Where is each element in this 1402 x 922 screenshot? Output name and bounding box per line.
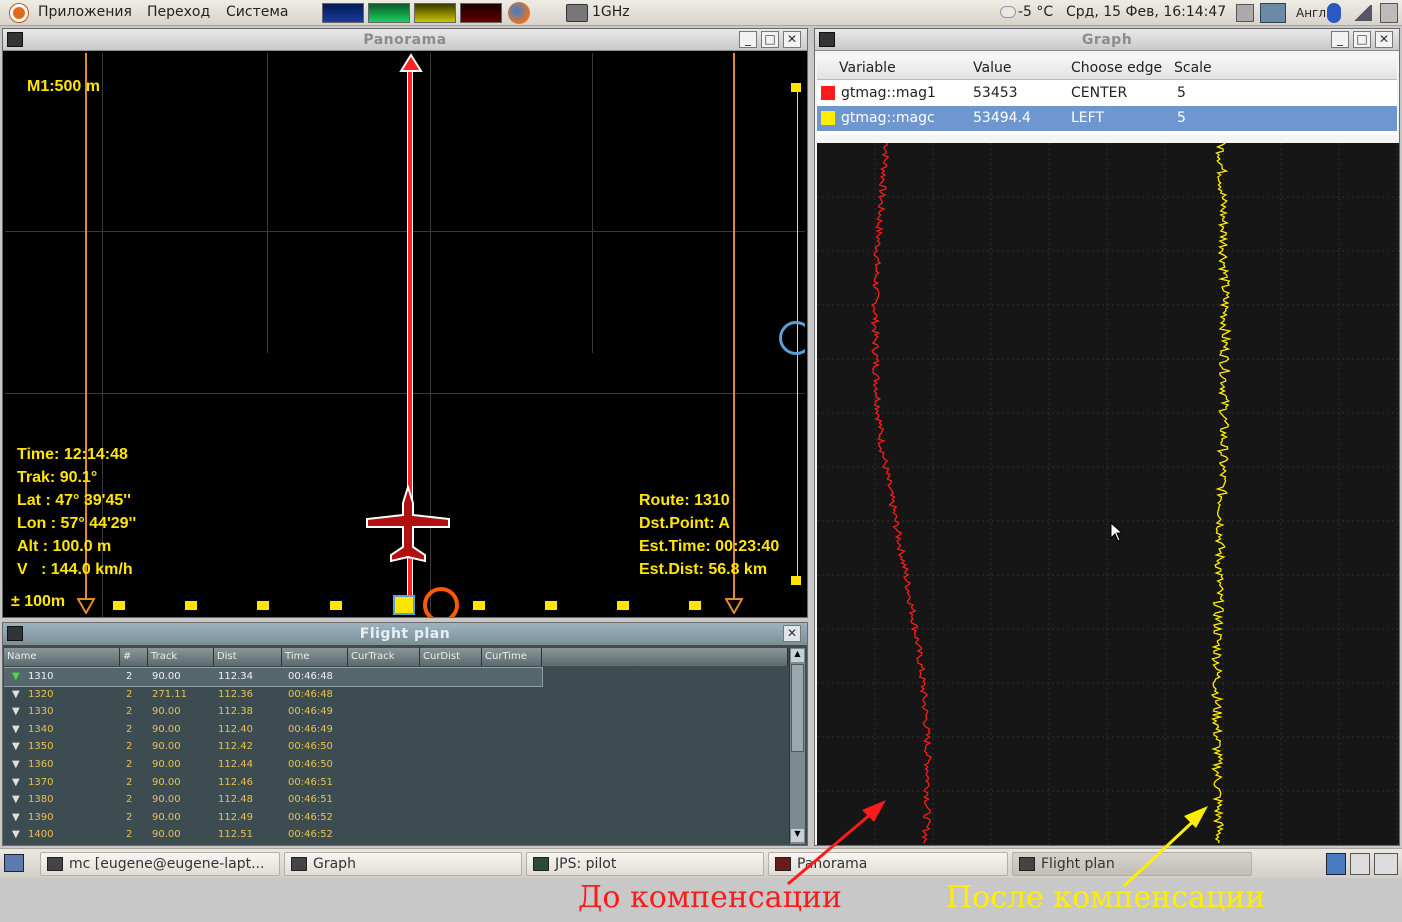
annotation-arrows: [787, 800, 1208, 888]
caption-before: До компенсации: [578, 880, 842, 915]
caption-after: После компенсации: [946, 880, 1266, 915]
